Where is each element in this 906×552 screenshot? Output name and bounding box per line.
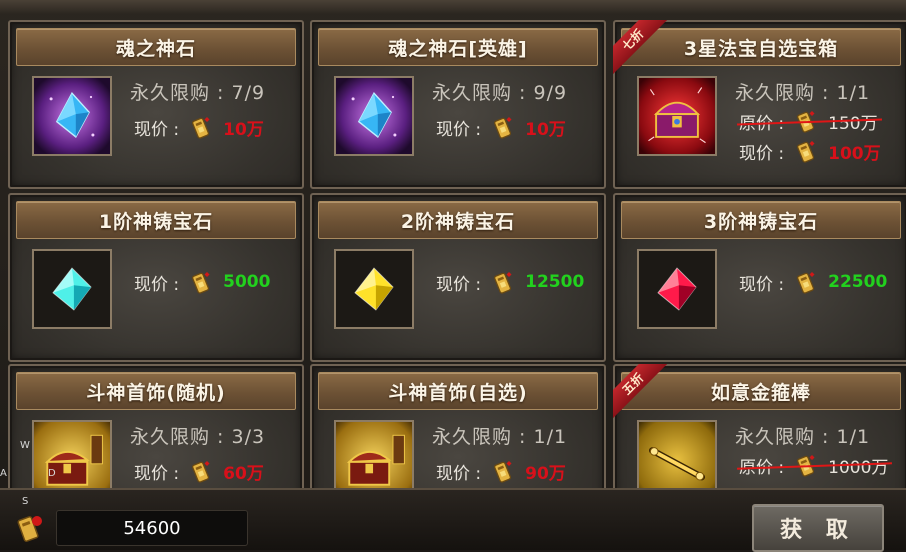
current-price-row: 现价 : 10万 [436,114,566,140]
original-price-label: 原价 : [739,457,785,478]
shop-panel: 魂之神石永久限购 : 7/9 现价 : 10万 魂之神石[英雄] 永久限购 : 9/9 现… [0,0,906,548]
gold-coin-icon [17,516,42,542]
shop-item-card[interactable]: 2阶神铸宝石 现价 : 12500 [310,193,606,362]
current-price-row: 现价 : 5000 [134,269,270,295]
current-price-value: 60万 [223,463,264,484]
gold-coin-icon [192,272,210,294]
debug-key-d: D [48,468,56,479]
discount-badge: 五折 [613,364,667,418]
current-price-row: 现价 : 90万 [436,458,566,484]
gold-coin-icon [797,141,815,163]
red-gem-icon[interactable] [637,249,717,329]
item-title-bar: 3阶神铸宝石 [621,201,901,239]
gold-coin-icon [494,461,512,483]
current-price-label: 现价 : [134,119,180,140]
purchase-limit-value: 3/3 [231,426,266,448]
shop-item-card[interactable]: 魂之神石永久限购 : 7/9 现价 : 10万 [8,20,304,189]
item-title: 魂之神石[英雄] [388,37,528,60]
purchase-limit: 永久限购 : 9/9 [432,78,567,105]
purchase-limit: 永久限购 : 3/3 [130,422,265,449]
purchase-limit-value: 9/9 [533,82,568,104]
purchase-limit-value: 1/1 [836,426,871,448]
current-price-value: 22500 [828,272,888,292]
current-price-label: 现价 : [436,119,482,140]
top-frame [0,0,906,14]
current-price-row: 现价 : 22500 [739,269,887,295]
shop-item-card[interactable]: 3阶神铸宝石 现价 : 22500 [613,193,906,362]
shop-item-card[interactable]: 魂之神石[英雄] 永久限购 : 9/9 现价 : 10万 [310,20,606,189]
gold-coin-icon [494,117,512,139]
gold-coin-icon [192,117,210,139]
current-price-label: 现价 : [436,463,482,484]
original-price-label: 原价 : [739,113,785,134]
yellow-gem-icon[interactable] [334,249,414,329]
purchase-limit: 永久限购 : 1/1 [735,78,870,105]
gold-coin-icon [192,461,210,483]
get-button-label: 获 取 [780,518,856,543]
item-title: 2阶神铸宝石 [400,210,516,233]
current-price-row: 现价 : 10万 [134,114,264,140]
discount-badge-label: 七折 [613,20,667,74]
current-price-label: 现价 : [739,143,785,164]
item-title-bar: 斗神首饰(自选) [318,372,598,410]
purchase-limit-label: 永久限购 : [432,82,534,104]
purchase-limit-label: 永久限购 : [130,82,232,104]
purchase-limit-value: 1/1 [533,426,568,448]
current-price-row: 现价 : 12500 [436,269,584,295]
discount-badge-label: 五折 [613,364,667,418]
item-title-bar: 魂之神石[英雄] [318,28,598,66]
current-price-row: 现价 : 60万 [134,458,264,484]
original-price-row: 原价 :150万 [737,108,882,134]
item-title-bar: 斗神首饰(随机) [16,372,296,410]
debug-key-a: A [0,468,7,479]
discount-badge: 七折 [613,20,667,74]
current-price-value: 10万 [525,119,566,140]
current-price-row: 现价 : 100万 [739,138,881,164]
debug-key-w: W [20,440,30,451]
item-title: 1阶神铸宝石 [98,210,214,233]
item-title: 3星法宝自选宝箱 [683,37,839,60]
shop-item-card[interactable]: 1阶神铸宝石 现价 : 5000 [8,193,304,362]
purchase-limit: 永久限购 : 1/1 [735,422,870,449]
balance-value: 54600 [123,517,181,539]
purple-gem-icon[interactable] [334,76,414,156]
gold-coin-icon [797,272,815,294]
current-price-label: 现价 : [134,463,180,484]
debug-key-s: S [22,496,29,507]
item-title: 魂之神石 [115,37,196,60]
item-title-bar: 2阶神铸宝石 [318,201,598,239]
purchase-limit-label: 永久限购 : [130,426,232,448]
item-title-bar: 1阶神铸宝石 [16,201,296,239]
purchase-limit-value: 7/9 [231,82,266,104]
get-button[interactable]: 获 取 [752,504,884,552]
purple-gem-icon[interactable] [32,76,112,156]
balance-display: 54600 [56,510,248,546]
purchase-limit-label: 永久限购 : [735,426,837,448]
item-title: 3阶神铸宝石 [703,210,819,233]
item-title-bar: 魂之神石 [16,28,296,66]
purchase-limit-label: 永久限购 : [432,426,534,448]
purchase-limit: 永久限购 : 1/1 [432,422,567,449]
current-price-label: 现价 : [134,274,180,295]
item-title: 斗神首饰(自选) [388,381,528,404]
current-price-value: 100万 [828,143,881,164]
purchase-limit-value: 1/1 [836,82,871,104]
item-title: 斗神首饰(随机) [86,381,226,404]
current-price-value: 5000 [223,272,271,292]
current-price-value: 90万 [525,463,566,484]
item-title: 如意金箍棒 [710,381,811,404]
shop-item-card[interactable]: 3星法宝自选宝箱 七折永久限购 : 1/1 原价 :150万现价 : 100万 [613,20,906,189]
treasure-chest-icon[interactable] [637,76,717,156]
current-price-value: 10万 [223,119,264,140]
cyan-gem-icon[interactable] [32,249,112,329]
current-price-label: 现价 : [739,274,785,295]
current-price-label: 现价 : [436,274,482,295]
purchase-limit-label: 永久限购 : [735,82,837,104]
current-price-value: 12500 [525,272,585,292]
gold-coin-icon [494,272,512,294]
original-price-row: 原价 :1000万 [737,452,893,478]
purchase-limit: 永久限购 : 7/9 [130,78,265,105]
